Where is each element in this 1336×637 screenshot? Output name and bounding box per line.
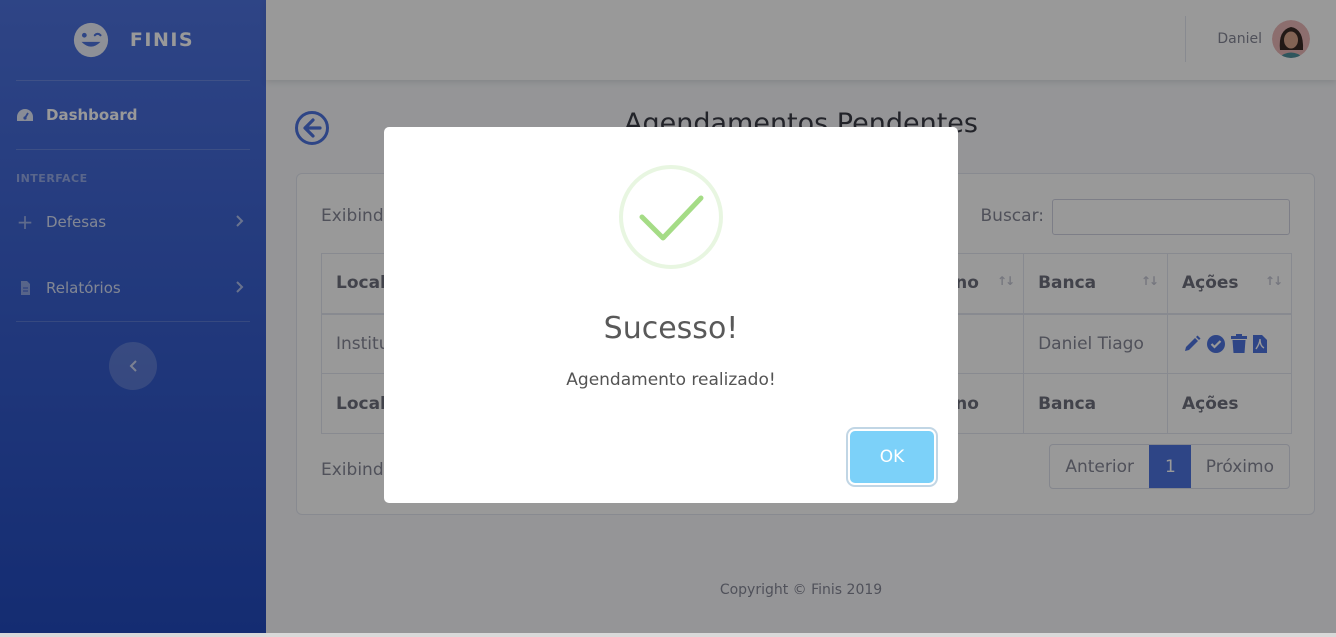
success-modal: Sucesso! Agendamento realizado! OK [384,127,958,503]
bottom-strip [0,633,1336,637]
modal-title: Sucesso! [603,311,739,346]
modal-message: Agendamento realizado! [566,370,776,390]
check-success-icon [619,165,723,269]
ok-button[interactable]: OK [850,431,934,483]
